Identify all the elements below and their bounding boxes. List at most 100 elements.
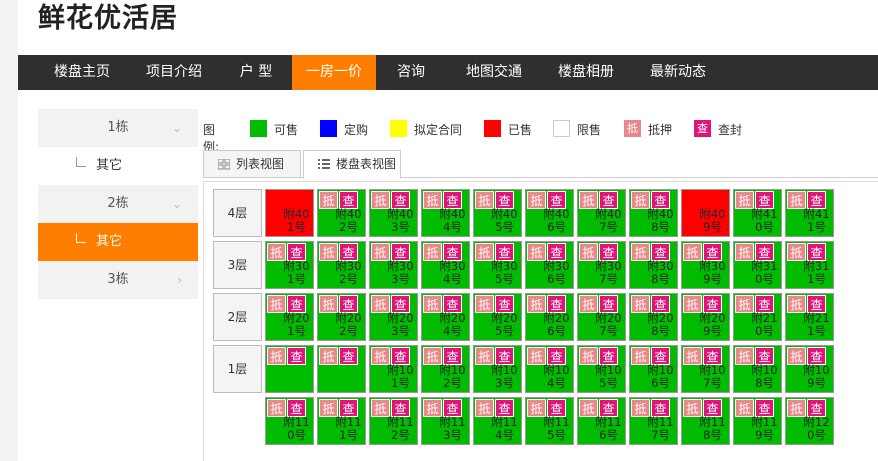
unit-number: 附307号 — [595, 259, 622, 286]
chevron-right-icon: › — [177, 273, 182, 287]
tab-table-view[interactable]: 楼盘表视图 — [303, 150, 401, 179]
unit-cell[interactable]: 抵查 — [265, 345, 314, 393]
unit-cell[interactable]: 抵查附101号 — [369, 345, 418, 393]
unit-cell[interactable]: 抵查附107号 — [681, 345, 730, 393]
unit-cell[interactable]: 抵查附111号 — [317, 397, 366, 445]
sidebar-building-3[interactable]: 3栋 › — [38, 261, 198, 299]
unit-cell[interactable]: 附409号 — [681, 189, 730, 237]
unit-number: 附310号 — [751, 259, 778, 286]
nav-item-floor-plans[interactable]: 户 型 — [220, 55, 292, 90]
unit-cell[interactable]: 抵查附209号 — [681, 293, 730, 341]
seized-badge-icon: 查 — [287, 347, 306, 365]
unit-number: 附403号 — [387, 207, 414, 234]
unit-number: 附405号 — [491, 207, 518, 234]
sidebar-sub-item-other-active[interactable]: 其它 — [38, 223, 198, 261]
unit-cell[interactable]: 抵查附116号 — [577, 397, 626, 445]
left-margin-strip — [0, 0, 18, 461]
unit-number: 附203号 — [387, 311, 414, 338]
sidebar-building-2[interactable]: 2栋 ⌄ — [38, 185, 198, 223]
unit-number: 附301号 — [283, 259, 310, 286]
unit-cell[interactable]: 附401号 — [265, 189, 314, 237]
unit-cell[interactable]: 抵查附306号 — [525, 241, 574, 289]
unit-cell[interactable]: 抵查附201号 — [265, 293, 314, 341]
unit-number: 附306号 — [543, 259, 570, 286]
unit-cell[interactable]: 抵查附110号 — [265, 397, 314, 445]
unit-number: 附308号 — [647, 259, 674, 286]
unit-cell[interactable]: 抵查附206号 — [525, 293, 574, 341]
unit-cell[interactable]: 抵查附309号 — [681, 241, 730, 289]
unit-cell[interactable]: 抵查附404号 — [421, 189, 470, 237]
unit-cell[interactable]: 抵查附301号 — [265, 241, 314, 289]
unit-cell[interactable]: 抵查 — [317, 345, 366, 393]
unit-number: 附105号 — [595, 363, 622, 390]
building-label: 2栋 — [107, 196, 129, 211]
unit-cell[interactable]: 抵查附208号 — [629, 293, 678, 341]
nav-item-photo-album[interactable]: 楼盘相册 — [540, 55, 632, 90]
unit-cell[interactable]: 抵查附310号 — [733, 241, 782, 289]
unit-number: 附411号 — [803, 207, 830, 234]
nav-item-price-list[interactable]: 一房一价 — [292, 55, 376, 90]
nav-item-project-intro[interactable]: 项目介绍 — [128, 55, 220, 90]
chevron-down-icon: ⌄ — [171, 121, 182, 135]
unit-cell[interactable]: 抵查附308号 — [629, 241, 678, 289]
unit-number: 附303号 — [387, 259, 414, 286]
unit-cell[interactable]: 抵查附311号 — [785, 241, 834, 289]
unit-cell[interactable]: 抵查附114号 — [473, 397, 522, 445]
unit-cell[interactable]: 抵查附118号 — [681, 397, 730, 445]
unit-cell[interactable]: 抵查附407号 — [577, 189, 626, 237]
nav-item-consult[interactable]: 咨询 — [380, 55, 442, 90]
unit-cell[interactable]: 抵查附405号 — [473, 189, 522, 237]
unit-number: 附118号 — [699, 415, 726, 442]
unit-cell[interactable]: 抵查附115号 — [525, 397, 574, 445]
sidebar-sub-item-other[interactable]: 其它 — [38, 147, 198, 185]
unit-cell[interactable]: 抵查附112号 — [369, 397, 418, 445]
unit-number: 附207号 — [595, 311, 622, 338]
unit-cell[interactable]: 抵查附104号 — [525, 345, 574, 393]
unit-cell[interactable]: 抵查附102号 — [421, 345, 470, 393]
unit-cell[interactable]: 抵查附109号 — [785, 345, 834, 393]
mortgage-badge-icon: 抵 — [319, 347, 338, 365]
nav-item-map-traffic[interactable]: 地图交通 — [448, 55, 540, 90]
unit-cell[interactable]: 抵查附113号 — [421, 397, 470, 445]
unit-cell[interactable]: 抵查附202号 — [317, 293, 366, 341]
unit-cell[interactable]: 抵查附204号 — [421, 293, 470, 341]
unit-cell[interactable]: 抵查附103号 — [473, 345, 522, 393]
unit-cell[interactable]: 抵查附411号 — [785, 189, 834, 237]
unit-cell[interactable]: 抵查附207号 — [577, 293, 626, 341]
unit-cell[interactable]: 抵查附120号 — [785, 397, 834, 445]
unit-cell[interactable]: 抵查附210号 — [733, 293, 782, 341]
unit-cell[interactable]: 抵查附117号 — [629, 397, 678, 445]
unit-cell[interactable]: 抵查附410号 — [733, 189, 782, 237]
unit-cell[interactable]: 抵查附106号 — [629, 345, 678, 393]
nav-item-latest-news[interactable]: 最新动态 — [632, 55, 724, 90]
nav-item-home[interactable]: 楼盘主页 — [36, 55, 128, 90]
unit-number: 附120号 — [803, 415, 830, 442]
sub-item-label: 其它 — [96, 158, 123, 173]
legend-swatch — [250, 120, 267, 137]
unit-cell[interactable]: 抵查附406号 — [525, 189, 574, 237]
unit-cell[interactable]: 抵查附304号 — [421, 241, 470, 289]
sidebar-building-1[interactable]: 1栋 ⌄ — [38, 109, 198, 147]
unit-cell[interactable]: 抵查附303号 — [369, 241, 418, 289]
seized-badge-icon: 查 — [339, 347, 358, 365]
building-sidebar: 1栋 ⌄ 其它 2栋 ⌄ 其它 3栋 › — [38, 109, 198, 299]
unit-cell[interactable]: 抵查附205号 — [473, 293, 522, 341]
list-icon — [318, 159, 330, 169]
unit-cell[interactable]: 抵查附402号 — [317, 189, 366, 237]
unit-cell[interactable]: 抵查附302号 — [317, 241, 366, 289]
unit-cell[interactable]: 抵查附408号 — [629, 189, 678, 237]
tab-label: 楼盘表视图 — [336, 157, 397, 171]
unit-cell[interactable]: 抵查附305号 — [473, 241, 522, 289]
unit-cell[interactable]: 抵查附307号 — [577, 241, 626, 289]
unit-number: 附117号 — [647, 415, 674, 442]
legend-label: 限售 — [577, 123, 602, 137]
unit-number: 附119号 — [751, 415, 778, 442]
unit-number: 附202号 — [335, 311, 362, 338]
unit-cell[interactable]: 抵查附108号 — [733, 345, 782, 393]
unit-cell[interactable]: 抵查附105号 — [577, 345, 626, 393]
unit-cell[interactable]: 抵查附119号 — [733, 397, 782, 445]
tab-list-view[interactable]: 列表视图 — [203, 150, 301, 178]
unit-cell[interactable]: 抵查附211号 — [785, 293, 834, 341]
unit-cell[interactable]: 抵查附203号 — [369, 293, 418, 341]
unit-cell[interactable]: 抵查附403号 — [369, 189, 418, 237]
